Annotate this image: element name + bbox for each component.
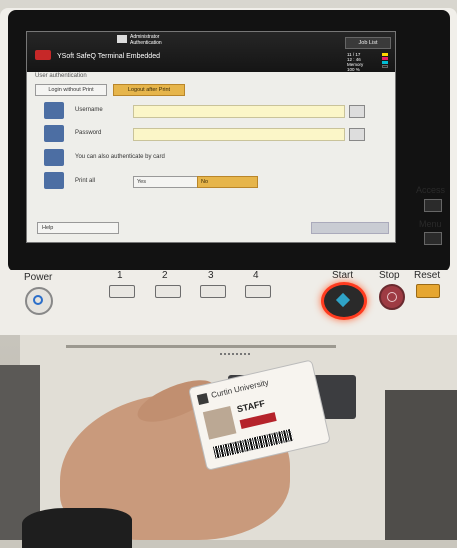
auth-panel: User authentication Login without Print … bbox=[27, 72, 395, 242]
print-all-yes-button[interactable]: Yes bbox=[133, 176, 198, 188]
admin-icon[interactable] bbox=[117, 35, 127, 43]
logout-after-print-button[interactable]: Logout after Print bbox=[113, 84, 185, 96]
touchscreen: YSoft SafeQ Terminal Embedded Administra… bbox=[26, 31, 396, 243]
sleeve bbox=[22, 508, 132, 548]
ok-button[interactable] bbox=[311, 222, 389, 234]
help-button[interactable]: Help bbox=[37, 222, 119, 234]
number-button-2[interactable] bbox=[155, 285, 181, 298]
print-all-no-button[interactable]: No bbox=[197, 176, 258, 188]
print-icon bbox=[44, 172, 64, 189]
toner-magenta-icon bbox=[382, 57, 388, 60]
right-cabinet bbox=[385, 390, 457, 540]
keyboard-icon[interactable] bbox=[349, 105, 365, 118]
card-red-stripe bbox=[239, 412, 277, 429]
brand-title: YSoft SafeQ Terminal Embedded bbox=[57, 53, 160, 60]
card-photo bbox=[202, 405, 237, 440]
password-label: Password bbox=[75, 130, 102, 136]
job-list-button[interactable]: Job List bbox=[345, 37, 391, 49]
power-label: Power bbox=[24, 272, 53, 283]
user-icon bbox=[44, 102, 64, 119]
ysoft-logo-icon bbox=[35, 50, 51, 60]
menu-button[interactable] bbox=[424, 232, 442, 245]
vent-dots bbox=[220, 353, 250, 359]
number-button-4[interactable] bbox=[245, 285, 271, 298]
lock-icon bbox=[44, 125, 64, 142]
number-label-3: 3 bbox=[208, 270, 214, 281]
password-field[interactable] bbox=[133, 128, 345, 141]
toner-black-icon bbox=[382, 65, 388, 68]
power-button[interactable] bbox=[25, 287, 53, 315]
card-university: Curtin University bbox=[210, 377, 270, 400]
reset-label: Reset bbox=[414, 270, 441, 281]
reset-button[interactable] bbox=[416, 284, 440, 298]
number-label-4: 4 bbox=[253, 270, 259, 281]
number-label-2: 2 bbox=[162, 270, 168, 281]
menu-label: Menu bbox=[419, 219, 442, 229]
screen-header: YSoft SafeQ Terminal Embedded Administra… bbox=[27, 32, 395, 72]
university-logo-icon bbox=[196, 392, 209, 405]
section-title: User authentication bbox=[35, 73, 87, 79]
toner-yellow-icon bbox=[382, 53, 388, 56]
username-field[interactable] bbox=[133, 105, 345, 118]
card-role: STAFF bbox=[235, 398, 266, 415]
admin-line2: Authentication bbox=[130, 40, 162, 46]
stop-button[interactable] bbox=[379, 284, 405, 310]
stop-label: Stop bbox=[379, 270, 400, 281]
access-label: Access bbox=[416, 185, 446, 195]
start-button[interactable] bbox=[321, 282, 367, 320]
toner-cyan-icon bbox=[382, 61, 388, 64]
login-without-print-button[interactable]: Login without Print bbox=[35, 84, 107, 96]
keyboard-icon[interactable] bbox=[349, 128, 365, 141]
power-icon bbox=[33, 295, 43, 305]
number-button-3[interactable] bbox=[200, 285, 226, 298]
access-button[interactable] bbox=[424, 199, 442, 212]
card-reader-icon bbox=[44, 149, 64, 166]
number-button-1[interactable] bbox=[109, 285, 135, 298]
stop-icon bbox=[387, 292, 397, 302]
card-hint-text: You can also authenticate by card bbox=[75, 154, 165, 160]
number-label-1: 1 bbox=[117, 270, 123, 281]
start-diamond-icon bbox=[335, 292, 351, 308]
print-all-label: Print all bbox=[75, 178, 96, 184]
username-label: Username bbox=[75, 107, 103, 113]
start-label: Start bbox=[332, 270, 354, 281]
panel-seam bbox=[66, 345, 336, 348]
